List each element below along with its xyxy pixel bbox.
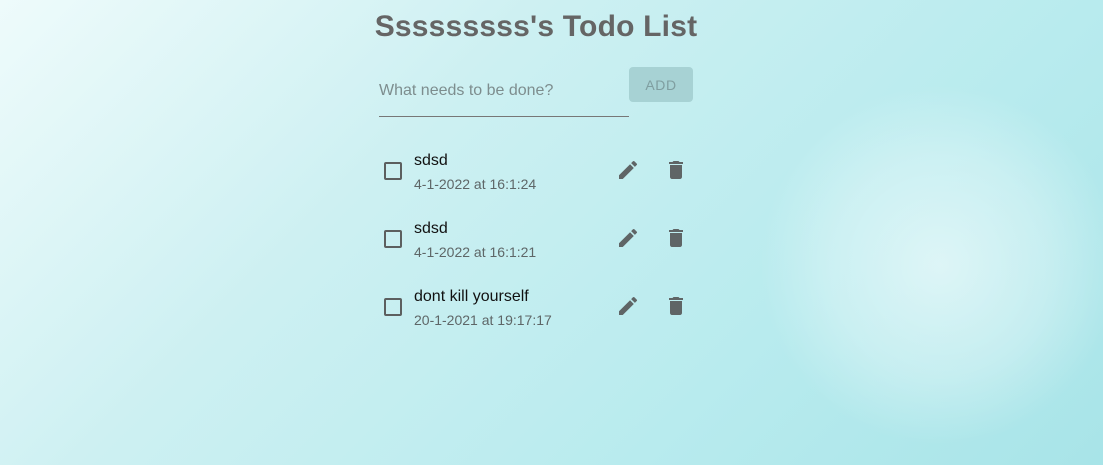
todo-checkbox[interactable] <box>384 298 402 316</box>
trash-icon[interactable] <box>664 158 688 182</box>
add-button[interactable]: ADD <box>629 67 693 102</box>
todo-item: dont kill yourself 20-1-2021 at 19:17:17 <box>379 274 699 342</box>
todo-input[interactable] <box>379 72 629 110</box>
trash-icon[interactable] <box>664 226 688 250</box>
todo-date: 20-1-2021 at 19:17:17 <box>414 312 552 328</box>
todo-text: sdsd <box>414 220 448 237</box>
todo-text: dont kill yourself <box>414 288 529 305</box>
pencil-icon[interactable] <box>616 158 640 182</box>
todo-date: 4-1-2022 at 16:1:21 <box>414 244 537 260</box>
todo-text: sdsd <box>414 152 448 169</box>
trash-icon[interactable] <box>664 294 688 318</box>
todo-item: sdsd 4-1-2022 at 16:1:24 <box>379 138 699 206</box>
todo-checkbox[interactable] <box>384 230 402 248</box>
todo-item: sdsd 4-1-2022 at 16:1:21 <box>379 206 699 274</box>
pencil-icon[interactable] <box>616 226 640 250</box>
todo-input-wrapper <box>379 72 629 117</box>
todo-checkbox[interactable] <box>384 162 402 180</box>
page-title: Sssssssss's Todo List <box>374 10 698 43</box>
todo-date: 4-1-2022 at 16:1:24 <box>414 176 537 192</box>
todo-list: sdsd 4-1-2022 at 16:1:24 sdsd 4-1-2022 a… <box>379 138 699 342</box>
pencil-icon[interactable] <box>616 294 640 318</box>
